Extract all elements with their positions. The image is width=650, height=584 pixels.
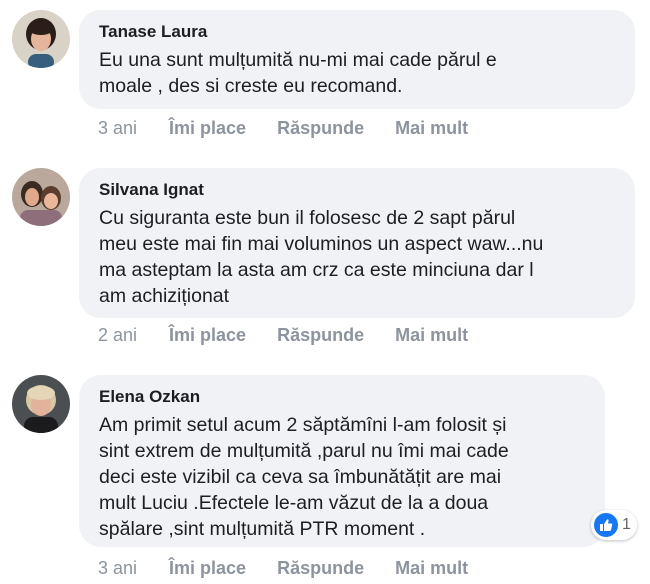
comment-text: Cu siguranta este bun il folosesc de 2 s… <box>99 205 615 309</box>
comment-text-line: moale , des si creste eu recomand. <box>99 75 403 97</box>
comment-actions: 3 ani Îmi place Răspunde Mai mult <box>98 118 494 139</box>
comment-author[interactable]: Silvana Ignat <box>99 179 615 201</box>
avatar[interactable] <box>12 375 70 433</box>
reaction-count: 1 <box>622 516 631 533</box>
comment-actions: 2 ani Îmi place Răspunde Mai mult <box>98 325 494 346</box>
reaction-summary[interactable]: 1 <box>591 510 637 540</box>
comment-bubble: Silvana Ignat Cu siguranta este bun il f… <box>79 168 635 318</box>
thumbs-up-icon <box>594 513 618 537</box>
comment-text-line: Cu siguranta este bun il folosesc de 2 s… <box>99 207 516 229</box>
reply-button[interactable]: Răspunde <box>277 325 364 346</box>
comment-actions: 3 ani Îmi place Răspunde Mai mult <box>98 558 494 579</box>
reply-button[interactable]: Răspunde <box>277 118 364 139</box>
comment-text-line: meu este mai fin mai voluminos un aspect… <box>99 233 544 255</box>
avatar-photo <box>12 10 70 68</box>
avatar-photo <box>12 168 70 226</box>
comment-text: Eu una sunt mulțumită nu-mi mai cade păr… <box>99 47 615 99</box>
like-button[interactable]: Îmi place <box>169 118 246 139</box>
comment-author[interactable]: Elena Ozkan <box>99 386 585 408</box>
reply-button[interactable]: Răspunde <box>277 558 364 579</box>
comment-text-line: Eu una sunt mulțumită nu-mi mai cade păr… <box>99 49 497 71</box>
comment-text-line: mult Luciu .Efectele le-am văzut de la a… <box>99 492 489 514</box>
comment-text-line: Am primit setul acum 2 săptămîni l-am fo… <box>99 414 507 436</box>
more-button[interactable]: Mai mult <box>395 558 468 579</box>
comment-author[interactable]: Tanase Laura <box>99 21 615 43</box>
comment-timestamp[interactable]: 2 ani <box>98 325 164 346</box>
like-button[interactable]: Îmi place <box>169 325 246 346</box>
avatar[interactable] <box>12 10 70 68</box>
comment-bubble: Elena Ozkan Am primit setul acum 2 săptă… <box>79 375 605 547</box>
comment-text-line: am achiziționat <box>99 285 230 307</box>
more-button[interactable]: Mai mult <box>395 325 468 346</box>
comment-timestamp[interactable]: 3 ani <box>98 558 164 579</box>
comment-text-line: sint extrem de mulțumită ,parul nu îmi m… <box>99 440 509 462</box>
comment-text-line: deci este vizibil ca ceva sa îmbunătățit… <box>99 466 502 488</box>
comment-text: Am primit setul acum 2 săptămîni l-am fo… <box>99 412 585 542</box>
more-button[interactable]: Mai mult <box>395 118 468 139</box>
avatar-photo <box>12 375 70 433</box>
comment-timestamp[interactable]: 3 ani <box>98 118 164 139</box>
like-button[interactable]: Îmi place <box>169 558 246 579</box>
comment-text-line: spălare ,sint mulțumită PTR moment . <box>99 518 426 540</box>
comment-text-line: ma asteptam la asta am crz ca este minci… <box>99 259 534 281</box>
avatar[interactable] <box>12 168 70 226</box>
comment-bubble: Tanase Laura Eu una sunt mulțumită nu-mi… <box>79 10 635 109</box>
